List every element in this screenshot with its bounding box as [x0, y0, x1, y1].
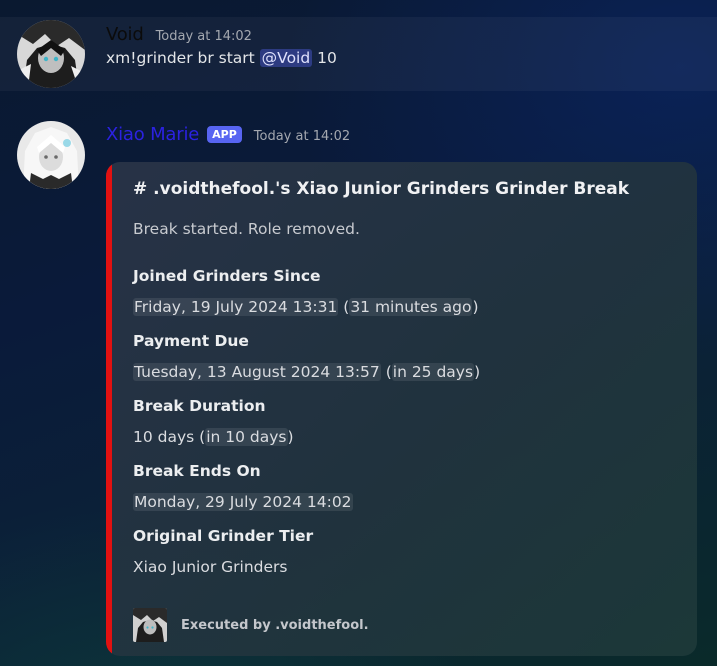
timestamp-value[interactable]: Friday, 19 July 2024 13:31: [133, 298, 339, 316]
message-timestamp: Today at 14:02: [253, 129, 351, 144]
message-content: xm!grinder br start @Void 10: [106, 49, 337, 67]
paren-close: ): [474, 363, 481, 381]
message-text-suffix: 10: [312, 49, 337, 67]
message-header: Xiao Marie APP Today at 14:02: [106, 124, 350, 145]
relative-time[interactable]: 31 minutes ago: [349, 298, 473, 316]
field-value-payment-due: Tuesday, 13 August 2024 13:57 (in 25 day…: [133, 363, 480, 381]
app-badge: APP: [207, 126, 242, 143]
message-text: xm!grinder br start: [106, 49, 260, 67]
field-name-break-duration: Break Duration: [133, 397, 266, 415]
duration-text: 10 days (: [133, 428, 206, 446]
embed-title: # .voidthefool.'s Xiao Junior Grinders G…: [133, 179, 630, 199]
embed-accent-bar: [106, 162, 112, 656]
paren-close: ): [287, 428, 294, 446]
timestamp-value[interactable]: Tuesday, 13 August 2024 13:57: [133, 363, 381, 381]
void-avatar-icon[interactable]: [17, 20, 85, 88]
field-name-break-ends: Break Ends On: [133, 462, 261, 480]
timestamp-value[interactable]: Monday, 29 July 2024 14:02: [133, 493, 353, 511]
message-void: Void Today at 14:02 xm!grinder br start …: [0, 17, 717, 91]
paren-open: (: [380, 363, 392, 381]
embed-card: # .voidthefool.'s Xiao Junior Grinders G…: [106, 162, 697, 656]
author-name[interactable]: Xiao Marie: [106, 124, 199, 145]
embed-description: Break started. Role removed.: [133, 220, 360, 238]
author-name[interactable]: Void: [106, 24, 144, 45]
field-name-payment-due: Payment Due: [133, 332, 249, 350]
footer-text: Executed by .voidthefool.: [181, 617, 369, 633]
xiao-marie-avatar-icon[interactable]: [17, 121, 85, 189]
field-value-break-ends: Monday, 29 July 2024 14:02: [133, 493, 353, 511]
message-timestamp: Today at 14:02: [155, 29, 252, 44]
relative-time[interactable]: in 10 days: [205, 428, 288, 446]
message-xiao-marie: Xiao Marie APP Today at 14:02 # .voidthe…: [0, 110, 717, 666]
message-header: Void Today at 14:02: [106, 24, 252, 45]
user-mention[interactable]: @Void: [259, 49, 313, 67]
field-value-joined: Friday, 19 July 2024 13:31 (31 minutes a…: [133, 298, 479, 316]
relative-time[interactable]: in 25 days: [391, 363, 475, 381]
paren-close: ): [472, 298, 479, 316]
embed-footer: Executed by .voidthefool.: [133, 608, 369, 642]
field-name-joined: Joined Grinders Since: [133, 267, 321, 285]
field-value-original-tier: Xiao Junior Grinders: [133, 558, 288, 576]
field-name-original-tier: Original Grinder Tier: [133, 527, 314, 545]
field-value-break-duration: 10 days (in 10 days): [133, 428, 294, 446]
paren-open: (: [338, 298, 350, 316]
void-avatar-icon: [133, 608, 167, 642]
